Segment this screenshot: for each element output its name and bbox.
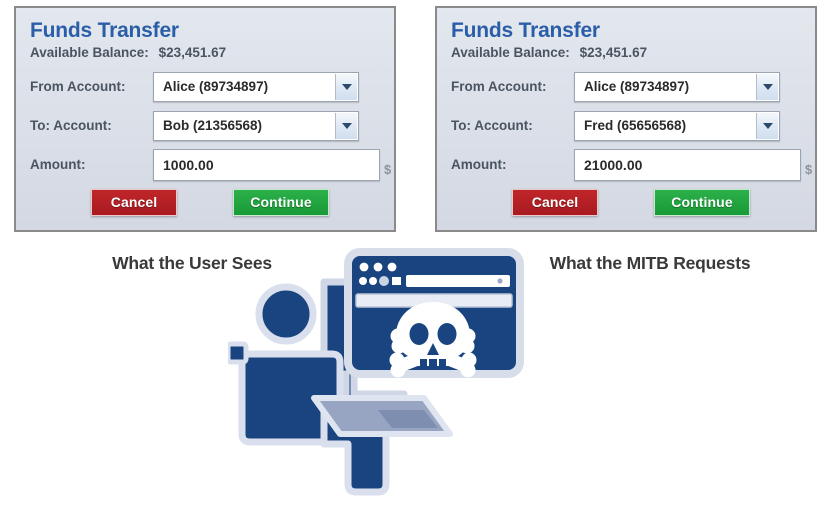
window-controls: [359, 262, 397, 272]
from-account-value: Alice (89734897): [163, 79, 269, 95]
to-account-row: To: Account: Bob (21356568): [30, 108, 380, 143]
available-balance-row: Available Balance: $23,451.67: [451, 45, 801, 60]
available-balance-row: Available Balance: $23,451.67: [30, 45, 380, 60]
currency-symbol: $: [805, 161, 812, 177]
chevron-down-icon[interactable]: [756, 112, 778, 139]
amount-input[interactable]: 21000.00 $: [574, 148, 812, 181]
panel-actions: Cancel Continue: [30, 189, 380, 217]
available-balance-label: Available Balance:: [30, 45, 149, 61]
caption-mitb-requests: What the MITB Requests: [549, 253, 751, 273]
available-balance-value: $23,451.67: [158, 45, 227, 61]
from-account-select[interactable]: Alice (89734897): [574, 71, 780, 102]
from-account-row: From Account: Alice (89734897): [30, 69, 380, 104]
cancel-button[interactable]: Cancel: [512, 189, 598, 217]
mitb-attack-illustration: [228, 248, 528, 520]
chevron-down-icon[interactable]: [335, 73, 357, 100]
browser-window-icon: [344, 248, 524, 378]
chevron-down-icon[interactable]: [756, 73, 778, 100]
continue-button[interactable]: Continue: [654, 189, 750, 217]
panel-body: Funds Transfer Available Balance: $23,45…: [16, 8, 394, 230]
from-account-value: Alice (89734897): [584, 79, 690, 95]
to-account-value: Fred (65656568): [584, 118, 687, 134]
panel-body: Funds Transfer Available Balance: $23,45…: [437, 8, 815, 230]
amount-row: Amount: 1000.00 $: [30, 147, 391, 182]
amount-input[interactable]: 1000.00 $: [153, 148, 391, 181]
to-account-label: To: Account:: [451, 118, 533, 134]
amount-label: Amount:: [451, 157, 507, 173]
page-title: Funds Transfer: [30, 19, 179, 42]
from-account-row: From Account: Alice (89734897): [451, 69, 801, 104]
to-account-row: To: Account: Fred (65656568): [451, 108, 801, 143]
amount-value: 21000.00: [584, 156, 643, 173]
available-balance-value: $23,451.67: [579, 45, 648, 61]
amount-row: Amount: 21000.00 $: [451, 147, 812, 182]
from-account-select[interactable]: Alice (89734897): [153, 71, 359, 102]
funds-transfer-panel-user: Funds Transfer Available Balance: $23,45…: [14, 6, 396, 232]
amount-label: Amount:: [30, 157, 86, 173]
continue-button[interactable]: Continue: [233, 189, 329, 217]
page-title: Funds Transfer: [451, 19, 600, 42]
to-account-label: To: Account:: [30, 118, 112, 134]
from-account-label: From Account:: [451, 79, 547, 95]
chevron-down-icon[interactable]: [335, 112, 357, 139]
keyboard-icon: [311, 395, 453, 437]
panel-actions: Cancel Continue: [451, 189, 801, 217]
amount-value: 1000.00: [163, 156, 214, 173]
from-account-label: From Account:: [30, 79, 126, 95]
funds-transfer-panel-mitb: Funds Transfer Available Balance: $23,45…: [435, 6, 817, 232]
to-account-select[interactable]: Fred (65656568): [574, 110, 780, 141]
to-account-select[interactable]: Bob (21356568): [153, 110, 359, 141]
to-account-value: Bob (21356568): [163, 118, 263, 134]
browser-toolbar: [359, 275, 510, 287]
cable-connector-icon: [228, 341, 249, 365]
cancel-button[interactable]: Cancel: [91, 189, 177, 217]
available-balance-label: Available Balance:: [451, 45, 570, 61]
currency-symbol: $: [384, 161, 391, 177]
